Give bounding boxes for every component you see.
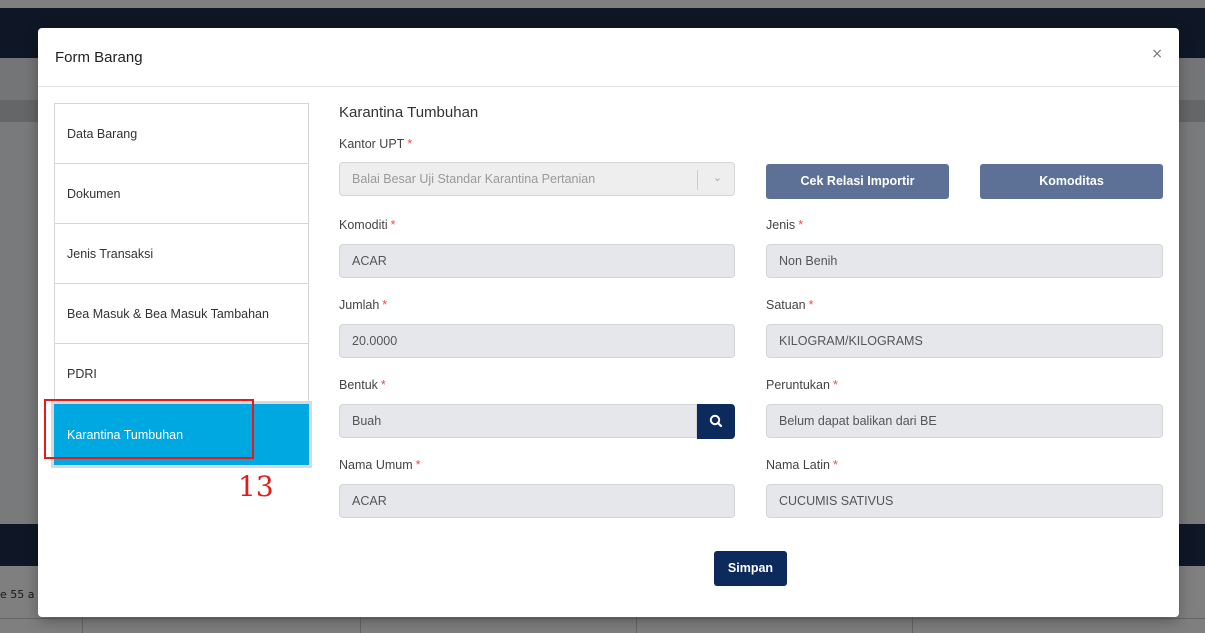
annotation-number: 13	[238, 470, 274, 503]
modal-title: Form Barang	[55, 49, 143, 66]
sidebar-item-data-barang[interactable]: Data Barang	[54, 103, 309, 163]
nama-latin-field[interactable]: CUCUMIS SATIVUS	[766, 484, 1163, 518]
komoditas-button[interactable]: Komoditas	[980, 164, 1163, 199]
satuan-label: Satuan *	[766, 298, 814, 312]
nama-umum-label: Nama Umum *	[339, 458, 421, 472]
jumlah-label: Jumlah *	[339, 298, 388, 312]
bentuk-search-button[interactable]	[697, 404, 735, 439]
sidebar-item-dokumen[interactable]: Dokumen	[54, 163, 309, 223]
simpan-button[interactable]: Simpan	[714, 551, 787, 586]
nama-umum-field[interactable]: ACAR	[339, 484, 735, 518]
komoditi-label: Komoditi *	[339, 218, 396, 232]
peruntukan-field[interactable]: Belum dapat balikan dari BE	[766, 404, 1163, 438]
satuan-field[interactable]: KILOGRAM/KILOGRAMS	[766, 324, 1163, 358]
section-title: Karantina Tumbuhan	[339, 104, 479, 121]
close-icon[interactable]: ×	[1151, 46, 1163, 62]
komoditi-field[interactable]: ACAR	[339, 244, 735, 278]
kantor-upt-label: Kantor UPT *	[339, 137, 413, 151]
bentuk-field[interactable]: Buah	[339, 404, 697, 438]
peruntukan-label: Peruntukan *	[766, 378, 838, 392]
kantor-upt-select[interactable]: Balai Besar Uji Standar Karantina Pertan…	[339, 162, 735, 196]
annotation-highlight-box	[44, 399, 254, 459]
chevron-down-icon: ⌄	[712, 172, 722, 184]
modal-header: Form Barang ×	[38, 28, 1179, 87]
jumlah-field[interactable]: 20.0000	[339, 324, 735, 358]
jenis-label: Jenis *	[766, 218, 804, 232]
sidebar-item-jenis-transaksi[interactable]: Jenis Transaksi	[54, 223, 309, 283]
sidebar-item-pdri[interactable]: PDRI	[54, 343, 309, 404]
search-icon	[709, 414, 723, 428]
sidebar-item-bea-masuk[interactable]: Bea Masuk & Bea Masuk Tambahan	[54, 283, 309, 343]
nama-latin-label: Nama Latin *	[766, 458, 838, 472]
jenis-field[interactable]: Non Benih	[766, 244, 1163, 278]
cek-relasi-importir-button[interactable]: Cek Relasi Importir	[766, 164, 949, 199]
bentuk-label: Bentuk *	[339, 378, 386, 392]
